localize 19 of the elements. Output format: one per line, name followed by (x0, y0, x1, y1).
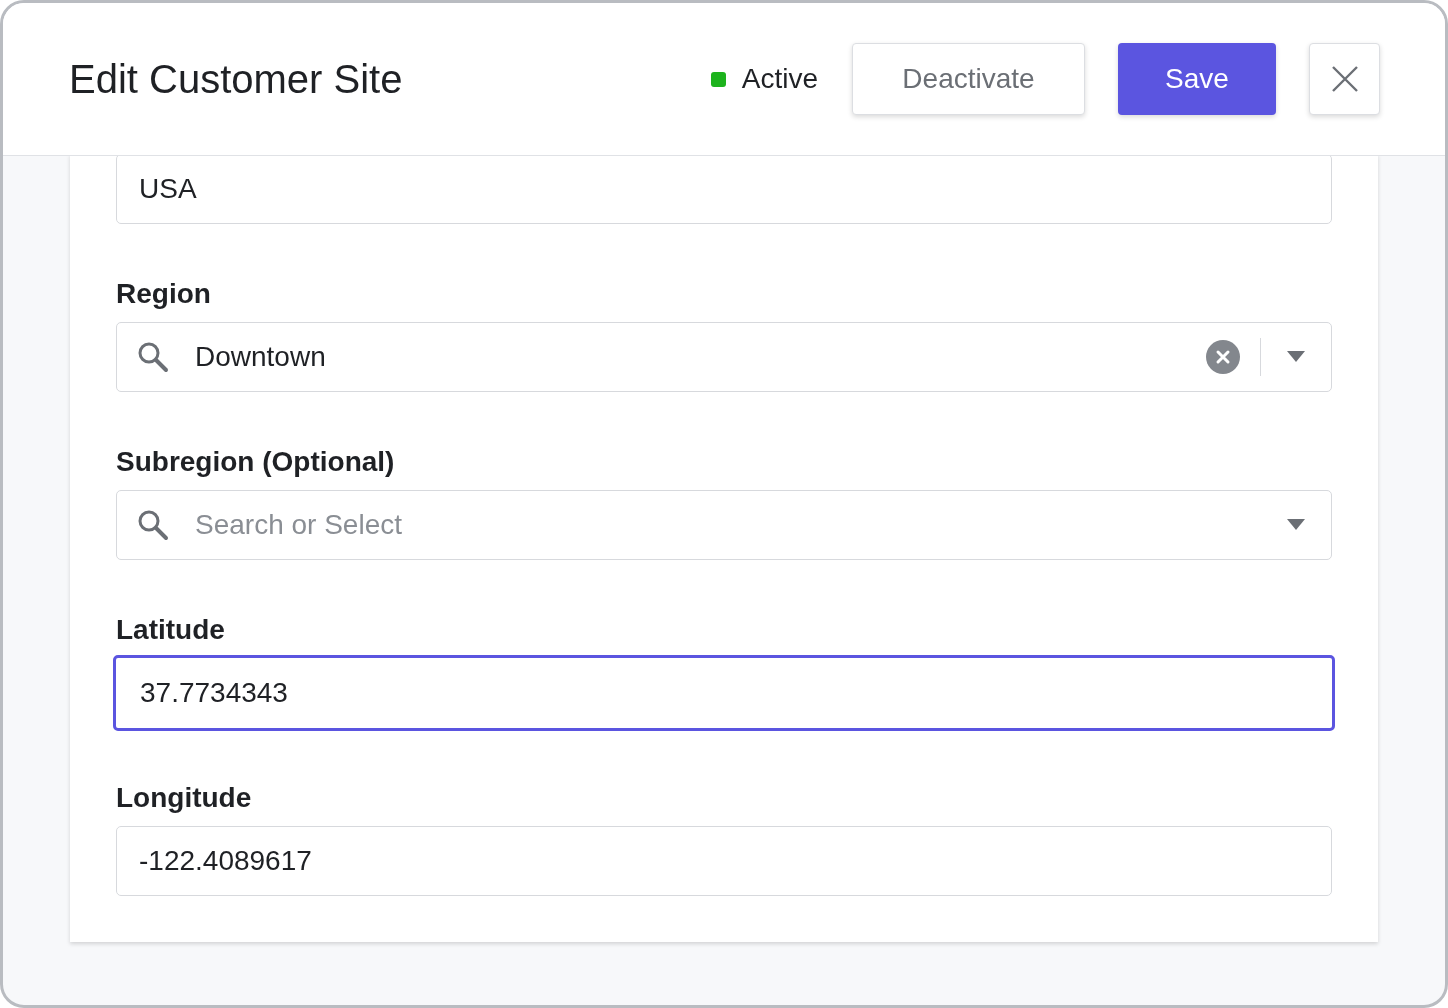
deactivate-button[interactable]: Deactivate (852, 43, 1085, 115)
field-label: Subregion (Optional) (116, 446, 396, 478)
text-field[interactable]: -122.4089617 (116, 826, 1332, 896)
save-button[interactable]: Save (1118, 43, 1276, 115)
text-field[interactable]: 37.7734343 (113, 655, 1335, 731)
search-select-field[interactable]: Downtown (116, 322, 1332, 392)
caret-icon[interactable] (1287, 351, 1305, 363)
close-button[interactable] (1309, 43, 1380, 115)
search-icon (137, 509, 169, 541)
dialog-title: Edit Customer Site (69, 56, 404, 102)
text-field[interactable]: USA (116, 156, 1332, 224)
field-label: Latitude (116, 614, 226, 646)
close-icon (1330, 65, 1359, 93)
search-icon (137, 341, 169, 373)
caret-icon[interactable] (1287, 519, 1305, 531)
status-label: Active (741, 63, 818, 95)
field-label: Longitude (116, 782, 253, 814)
clear-icon[interactable] (1206, 340, 1240, 374)
field-label: Region (116, 278, 212, 310)
